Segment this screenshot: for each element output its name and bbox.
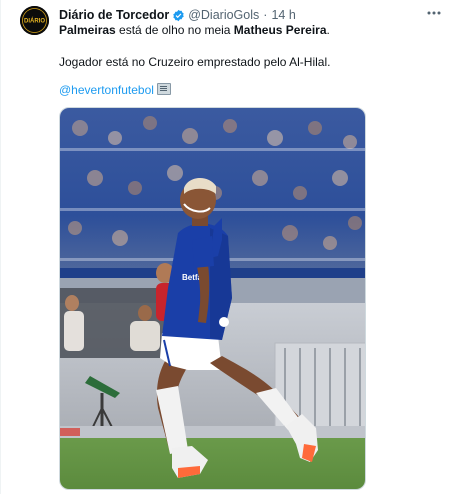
author-display-name[interactable]: Diário de Torcedor (59, 8, 169, 22)
verified-badge-icon (172, 9, 185, 22)
separator-dot: · (263, 8, 268, 22)
avatar-logo-text: DIÁRIO (24, 18, 45, 25)
pitch-grass (60, 438, 365, 489)
newspaper-emoji-icon (156, 83, 171, 95)
tweet-article[interactable]: DIÁRIO Diário de Torcedor @DiarioGols · … (0, 0, 453, 494)
player-name-text: Matheus Pereira (233, 23, 327, 37)
tweet-timestamp[interactable]: 14 h (271, 8, 295, 22)
tweet-media-photo[interactable]: Betfair (59, 107, 366, 490)
more-horizontal-icon (427, 11, 441, 15)
more-options-button[interactable] (423, 4, 445, 22)
tweet-text-line-1: Palmeiras está de olho no meia Matheus P… (59, 22, 330, 38)
tweet-text-line-2: Jogador está no Cruzeiro emprestado pelo… (59, 55, 331, 69)
author-avatar[interactable]: DIÁRIO (20, 6, 49, 35)
author-handle[interactable]: @DiarioGols (188, 8, 259, 22)
tweet-text-line-3: @hevertonfutebol (59, 82, 171, 98)
team-name-text: Palmeiras (59, 23, 116, 37)
tweet-text-end: . (326, 23, 330, 37)
mention-link[interactable]: @hevertonfutebol (59, 83, 154, 97)
tweet-text-mid: está de olho no meia (115, 23, 234, 37)
